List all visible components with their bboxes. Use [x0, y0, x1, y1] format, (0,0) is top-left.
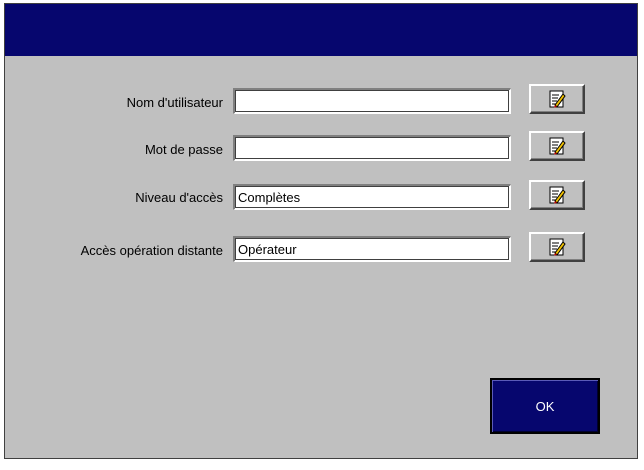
title-bar: [5, 4, 637, 56]
edit-password-button[interactable]: [529, 131, 585, 161]
username-field[interactable]: [233, 88, 511, 114]
remote-access-label: Accès opération distante: [80, 243, 223, 258]
edit-note-icon: [549, 186, 566, 204]
edit-note-icon: [549, 238, 566, 256]
edit-remote-access-button[interactable]: [529, 232, 585, 262]
edit-note-icon: [549, 137, 566, 155]
edit-username-button[interactable]: [529, 84, 585, 114]
password-field[interactable]: [233, 135, 511, 161]
login-dialog: Nom d'utilisateur Mot de passe Niveau d'…: [4, 3, 638, 459]
username-label: Nom d'utilisateur: [126, 95, 223, 110]
page: Nom d'utilisateur Mot de passe Niveau d'…: [0, 0, 644, 470]
access-level-label: Niveau d'accès: [135, 190, 223, 205]
edit-note-icon: [549, 90, 566, 108]
ok-button-label: OK: [535, 398, 555, 414]
edit-access-level-button[interactable]: [529, 180, 585, 210]
access-level-field[interactable]: [233, 184, 511, 210]
password-label: Mot de passe: [144, 142, 223, 157]
remote-access-field[interactable]: [233, 236, 511, 262]
ok-button[interactable]: OK: [490, 378, 600, 434]
